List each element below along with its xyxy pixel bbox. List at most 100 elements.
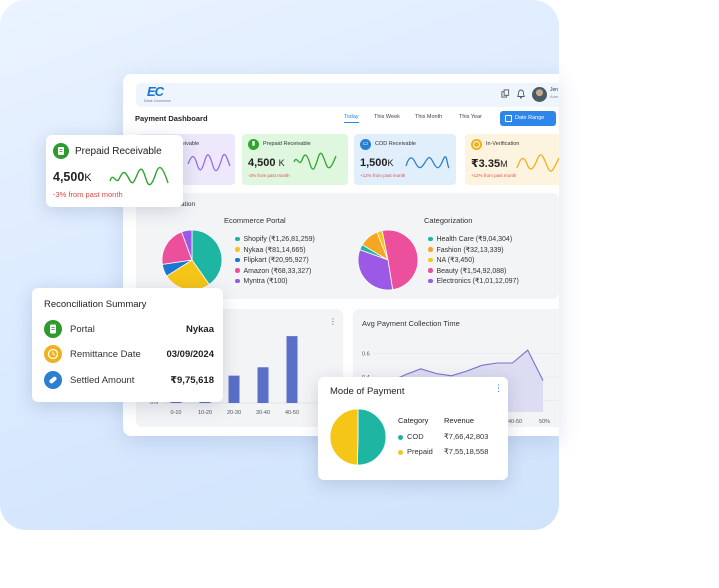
kpi-value: ₹3.35M bbox=[471, 158, 508, 170]
kpi-value: 4,500 K bbox=[248, 157, 285, 169]
user-role: Adm bbox=[550, 94, 559, 99]
revenue-cell: ₹7,66,42,803 bbox=[444, 432, 489, 441]
reconciliation-row-settled-amount: Settled Amount ₹9,75,618 bbox=[44, 371, 214, 389]
category-cell: Prepaid bbox=[398, 447, 433, 456]
tab-this-year[interactable]: This Year bbox=[459, 114, 482, 120]
pie-slice-prepaid[interactable] bbox=[329, 408, 359, 466]
tab-this-week[interactable]: This Week bbox=[374, 114, 400, 120]
kpi-sparkline bbox=[293, 152, 337, 170]
mode-of-payment-pie-chart bbox=[329, 408, 387, 466]
copy-icon[interactable] bbox=[500, 89, 510, 101]
prepaid-receivable-card[interactable]: Prepaid Receivable 4,500K -3% from past … bbox=[46, 135, 183, 207]
legend-dot bbox=[235, 257, 240, 263]
reconciliation-summary-card: Reconciliation Summary Portal Nykaa Remi… bbox=[32, 288, 223, 402]
bar-30-40[interactable] bbox=[257, 367, 269, 403]
reconciliation-row-portal: Portal Nykaa bbox=[44, 320, 214, 338]
bar-40-50[interactable] bbox=[286, 336, 298, 403]
legend-label: Electronics (₹1,01,12,097) bbox=[436, 278, 519, 285]
row-label: Portal bbox=[70, 324, 95, 335]
legend-item: Health Care (₹9,04,304) bbox=[428, 235, 519, 246]
column-header-category: Category bbox=[398, 416, 429, 425]
legend-item: Flipkart (₹20,95,927) bbox=[235, 256, 315, 267]
y-tick-label: 0.6 bbox=[362, 352, 370, 358]
kpi-value: 1,500K bbox=[360, 157, 394, 169]
legend-item: Beauty (₹1,54,92,088) bbox=[428, 267, 519, 278]
kpi-change: -3% from past month bbox=[248, 173, 290, 178]
legend-dot bbox=[398, 449, 403, 455]
legend-dot bbox=[235, 247, 240, 252]
bar-20-30[interactable] bbox=[228, 375, 240, 403]
legend-label: Myntra (₹100) bbox=[243, 278, 288, 285]
categorization-title: Categorization bbox=[424, 216, 473, 225]
legend-label: Nykaa (₹81,14,665) bbox=[243, 246, 306, 254]
user-avatar[interactable] bbox=[532, 87, 547, 102]
x-tick-label: 0-10 bbox=[170, 410, 181, 416]
kpi-change: +12% from past month bbox=[360, 173, 406, 178]
legend-item: Fashion (₹32,13,339) bbox=[428, 246, 519, 257]
legend-dot bbox=[428, 247, 433, 252]
ecommerce-legend: Shopify (₹1,26,81,259) Nykaa (₹81,14,665)… bbox=[235, 235, 315, 288]
categorization-pie-chart bbox=[357, 229, 419, 291]
legend-label: Shopify (₹1,26,81,259) bbox=[243, 236, 315, 243]
kpi-card-cod[interactable]: ▭ COD Receivable 1,500K +12% from past m… bbox=[354, 134, 456, 185]
row-label: Remittance Date bbox=[70, 349, 141, 360]
legend-dot bbox=[428, 257, 433, 263]
top-bar: EC Easie Commerce Jen Adm bbox=[136, 83, 559, 107]
date-range-label: Date Range bbox=[515, 115, 545, 121]
legend-label: Amazon (₹68,33,327) bbox=[243, 267, 312, 275]
document-icon: ▮ bbox=[248, 139, 259, 150]
cash-icon: ▭ bbox=[360, 139, 371, 150]
legend-dot bbox=[428, 278, 433, 284]
categorization-legend: Health Care (₹9,04,304) Fashion (₹32,13,3… bbox=[428, 235, 519, 288]
legend-dot bbox=[428, 268, 433, 273]
legend-item: Electronics (₹1,01,12,097) bbox=[428, 277, 519, 288]
pie-slice-cod[interactable] bbox=[356, 408, 387, 466]
legend-item: Shopify (₹1,26,81,259) bbox=[235, 235, 315, 246]
row-value: 03/09/2024 bbox=[166, 349, 214, 360]
mode-of-payment-card: Mode of Payment ⋮ Category Revenue COD ₹… bbox=[318, 377, 508, 480]
kpi-card-prepaid[interactable]: ▮ Prepaid Receivable 4,500 K -3% from pa… bbox=[242, 134, 348, 185]
kebab-menu-icon[interactable]: ⋮ bbox=[494, 383, 503, 394]
row-value: Nykaa bbox=[186, 324, 214, 335]
tab-today[interactable]: Today bbox=[344, 114, 359, 123]
column-header-revenue: Revenue bbox=[444, 416, 475, 425]
logo-mark: EC bbox=[147, 84, 164, 99]
legend-label: Fashion (₹32,13,339) bbox=[436, 246, 504, 254]
legend-dot bbox=[235, 278, 240, 284]
legend-dot bbox=[235, 268, 240, 273]
row-value: ₹9,75,618 bbox=[170, 375, 214, 386]
calendar-icon bbox=[505, 115, 512, 122]
kpi-label: In-Verification bbox=[486, 141, 520, 147]
logo-subtitle: Easie Commerce bbox=[144, 99, 171, 103]
revenue-cell: ₹7,55,18,558 bbox=[444, 447, 489, 456]
sourcing-section: urcation Ecommerce Portal Shopify (₹1,26… bbox=[136, 193, 559, 299]
kpi-sparkline bbox=[516, 154, 559, 172]
x-tick-label: 50% bbox=[539, 419, 550, 425]
clock-icon bbox=[44, 345, 62, 363]
page-title: Payment Dashboard bbox=[135, 114, 208, 123]
card-title: Prepaid Receivable bbox=[75, 146, 162, 157]
legend-item: Amazon (₹68,33,327) bbox=[235, 267, 315, 278]
legend-item: Nykaa (₹81,14,665) bbox=[235, 246, 315, 257]
kpi-card-in-verification[interactable]: In-Verification ₹3.35M +12% from past mo… bbox=[465, 134, 559, 185]
row-label: Settled Amount bbox=[70, 375, 135, 386]
card-title: Reconciliation Summary bbox=[44, 299, 147, 310]
kpi-change: +12% from past month bbox=[471, 173, 517, 178]
bell-icon[interactable] bbox=[516, 89, 526, 101]
legend-label: Health Care (₹9,04,304) bbox=[436, 236, 513, 243]
document-icon bbox=[44, 320, 62, 338]
x-tick-label: 30-40 bbox=[256, 410, 270, 416]
card-title: Mode of Payment bbox=[330, 386, 405, 397]
kpi-sparkline bbox=[405, 156, 450, 169]
legend-label: Flipkart (₹20,95,927) bbox=[243, 257, 309, 264]
legend-dot bbox=[398, 434, 403, 440]
date-range-button[interactable]: Date Range bbox=[500, 111, 556, 126]
legend-item: Myntra (₹100) bbox=[235, 277, 315, 288]
x-tick-label: 10-20 bbox=[198, 410, 212, 416]
ecommerce-title: Ecommerce Portal bbox=[224, 216, 286, 225]
tab-this-month[interactable]: This Month bbox=[415, 114, 442, 120]
brand-logo[interactable]: EC Easie Commerce bbox=[144, 84, 180, 105]
x-tick-label: 40-50 bbox=[508, 419, 522, 425]
reconciliation-row-remittance-date: Remittance Date 03/09/2024 bbox=[44, 345, 214, 363]
legend-item: NA (₹3,450) bbox=[428, 256, 519, 267]
